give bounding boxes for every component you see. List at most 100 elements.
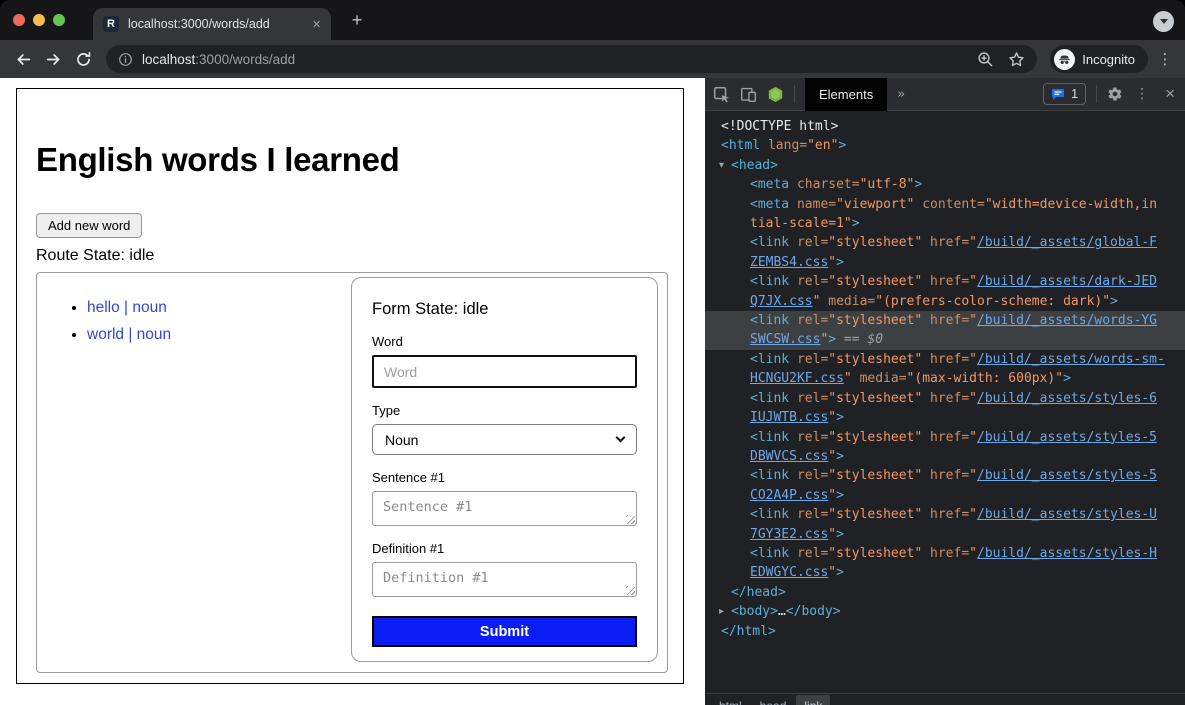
minimize-window-button[interactable] — [33, 14, 45, 26]
definition-textarea-wrap — [372, 562, 637, 597]
devtools-settings-button[interactable] — [1107, 86, 1123, 102]
settings-gear-icon — [1107, 86, 1123, 102]
tab-strip: R localhost:3000/words/add × + — [0, 0, 1185, 40]
back-arrow-icon — [15, 51, 32, 68]
code-line[interactable]: tial-scale=1"> — [705, 214, 1185, 233]
tab-title: localhost:3000/words/add — [128, 17, 303, 31]
code-line[interactable]: <link rel="stylesheet" href="/build/_ass… — [705, 389, 1185, 408]
code-line[interactable]: <meta name="viewport" content="width=dev… — [705, 195, 1185, 214]
toolbar-divider — [1096, 85, 1097, 103]
code-line[interactable]: IUJWTB.css"> — [705, 408, 1185, 427]
chevron-down-icon — [616, 433, 626, 443]
new-tab-button[interactable]: + — [347, 10, 367, 30]
code-line[interactable]: </html> — [705, 622, 1185, 641]
node-devtools-button[interactable] — [767, 86, 784, 103]
address-bar[interactable]: localhost:3000/words/add — [106, 45, 1037, 73]
incognito-icon — [1057, 52, 1072, 67]
code-line[interactable]: <meta charset="utf-8"> — [705, 175, 1185, 194]
code-line[interactable]: </head> — [705, 583, 1185, 602]
resize-grip-icon[interactable] — [626, 586, 635, 595]
code-line[interactable]: ZEMBS4.css"> — [705, 253, 1185, 272]
add-new-word-button[interactable]: Add new word — [36, 213, 142, 238]
code-line[interactable]: <link rel="stylesheet" href="/build/_ass… — [705, 428, 1185, 447]
code-line[interactable]: ▾<head> — [705, 156, 1185, 175]
code-line[interactable]: Q7JX.css" media="(prefers-color-scheme: … — [705, 292, 1185, 311]
node-hexagon-icon — [767, 86, 784, 103]
reload-button[interactable] — [69, 45, 97, 73]
type-select-value: Noun — [385, 432, 418, 448]
word-link[interactable]: hello | noun — [87, 299, 167, 316]
web-page: English words I learned Add new word Rou… — [0, 78, 705, 705]
tab-search-button[interactable] — [1153, 11, 1174, 32]
incognito-avatar — [1054, 49, 1075, 70]
code-line[interactable]: …<link rel="stylesheet" href="/build/_as… — [705, 311, 1185, 330]
breadcrumb-item[interactable]: link — [796, 695, 830, 705]
browser-menu-button[interactable]: ⋮ — [1154, 50, 1176, 68]
browser-tab[interactable]: R localhost:3000/words/add × — [93, 8, 331, 40]
incognito-chip[interactable]: Incognito — [1050, 45, 1148, 73]
page-title: English words I learned — [36, 141, 683, 179]
devtools-menu-button[interactable]: ⋮ — [1135, 86, 1149, 102]
content-area: English words I learned Add new word Rou… — [0, 78, 1185, 705]
code-line[interactable]: <link rel="stylesheet" href="/build/_ass… — [705, 350, 1185, 369]
address-bar-actions — [977, 51, 1025, 68]
device-toolbar-button[interactable] — [740, 86, 757, 103]
definition-label: Definition #1 — [372, 541, 637, 556]
code-line[interactable]: <link rel="stylesheet" href="/build/_ass… — [705, 544, 1185, 563]
device-toolbar-icon — [740, 86, 757, 103]
code-line[interactable]: <html lang="en"> — [705, 136, 1185, 155]
code-line[interactable]: <link rel="stylesheet" href="/build/_ass… — [705, 466, 1185, 485]
words-panel: hello | noun world | noun Form State: idl… — [36, 272, 668, 673]
traffic-lights — [13, 14, 65, 26]
expand-arrow-icon[interactable]: ▾ — [719, 156, 724, 175]
url-host: localhost — [142, 52, 195, 67]
code-line[interactable]: <link rel="stylesheet" href="/build/_ass… — [705, 505, 1185, 524]
breadcrumb-item[interactable]: head — [752, 695, 795, 705]
issues-bubble-icon — [1051, 88, 1065, 101]
submit-button[interactable]: Submit — [372, 616, 637, 647]
code-line[interactable]: DBWVCS.css"> — [705, 447, 1185, 466]
word-input[interactable] — [372, 355, 637, 388]
type-select[interactable]: Noun — [372, 424, 637, 455]
code-line[interactable]: SWCSW.css"> == $0 — [705, 330, 1185, 349]
breadcrumb-item[interactable]: html — [711, 695, 750, 705]
add-word-form: Form State: idle Word Type Noun Sentence… — [351, 277, 658, 662]
code-line[interactable]: EDWGYC.css"> — [705, 563, 1185, 582]
code-line[interactable]: <link rel="stylesheet" href="/build/_ass… — [705, 272, 1185, 291]
code-line[interactable]: HCNGU2KF.css" media="(max-width: 600px)"… — [705, 369, 1185, 388]
sentence-textarea[interactable] — [372, 491, 637, 526]
resize-grip-icon[interactable] — [626, 515, 635, 524]
code-line[interactable]: <link rel="stylesheet" href="/build/_ass… — [705, 233, 1185, 252]
sentence-label: Sentence #1 — [372, 470, 637, 485]
tab-close-icon[interactable]: × — [312, 17, 321, 32]
code-line[interactable]: CO2A4P.css"> — [705, 486, 1185, 505]
issues-badge[interactable]: 1 — [1043, 83, 1086, 105]
browser-window: R localhost:3000/words/add × + localhost… — [0, 0, 1185, 705]
code-line[interactable]: ▸<body>…</body> — [705, 602, 1185, 621]
toolbar-divider — [794, 85, 795, 103]
type-label: Type — [372, 403, 637, 418]
route-state-text: Route State: idle — [36, 247, 683, 265]
word-link[interactable]: world | noun — [87, 326, 171, 343]
devtools-panel: Elements » 1 ⋮ × <!DOCTYPE html><html la… — [705, 78, 1185, 705]
form-state-text: Form State: idle — [372, 300, 637, 319]
sentence-textarea-wrap — [372, 491, 637, 526]
inspect-element-button[interactable] — [713, 86, 730, 103]
tab-elements[interactable]: Elements — [805, 78, 887, 111]
bookmark-star-icon[interactable] — [1008, 51, 1025, 68]
collapse-arrow-icon[interactable]: ▸ — [719, 602, 724, 621]
devtools-close-button[interactable]: × — [1165, 84, 1175, 104]
close-window-button[interactable] — [13, 14, 25, 26]
code-line[interactable]: <!DOCTYPE html> — [705, 117, 1185, 136]
zoom-page-icon[interactable] — [977, 51, 994, 68]
forward-button[interactable] — [39, 45, 67, 73]
back-button[interactable] — [9, 45, 37, 73]
more-tabs-button[interactable]: » — [897, 87, 905, 102]
remix-favicon-icon: R — [103, 16, 119, 32]
code-line[interactable]: 7GY3E2.css"> — [705, 525, 1185, 544]
url-text: localhost:3000/words/add — [142, 52, 295, 67]
zoom-window-button[interactable] — [53, 14, 65, 26]
browser-toolbar: localhost:3000/words/add Incognito ⋮ — [0, 40, 1185, 78]
info-icon[interactable] — [118, 52, 133, 67]
definition-textarea[interactable] — [372, 562, 637, 597]
